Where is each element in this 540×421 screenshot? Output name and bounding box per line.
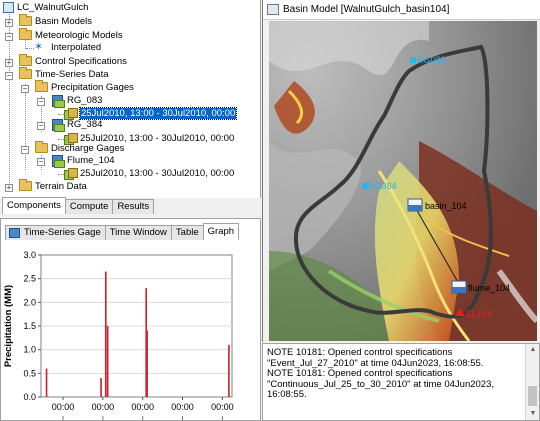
window-title: Basin Model [WalnutGulch_basin104] bbox=[283, 4, 450, 15]
log-line: NOTE 10181: Opened control specification… bbox=[267, 368, 453, 379]
collapse-time-series-data[interactable]: − bbox=[5, 72, 13, 80]
folder-icon bbox=[19, 14, 32, 27]
log-lines: NOTE 10181: Opened control specification… bbox=[263, 344, 539, 401]
flume104-label: flume_104 bbox=[468, 283, 510, 293]
x-tick-label: 00:00 bbox=[92, 402, 115, 412]
y-tick-label: 3.0 bbox=[23, 250, 36, 260]
precipitation-gage-icon bbox=[9, 228, 20, 238]
tree-connector bbox=[26, 48, 34, 49]
log-line: 16:08:55. bbox=[267, 389, 307, 400]
tab-components[interactable]: Components bbox=[2, 197, 66, 214]
gage-editor-tabs: Time-Series Gage Time Window Table Graph bbox=[5, 223, 240, 240]
y-tick-label: 2.0 bbox=[23, 297, 36, 307]
time-series-icon bbox=[64, 168, 78, 180]
subbasin-basin104-icon-water bbox=[408, 205, 422, 211]
tree-root[interactable]: LC_WalnutGulch bbox=[3, 2, 88, 14]
tree-item-terrain-data[interactable]: Terrain Data bbox=[19, 179, 87, 193]
y-tick-label: 1.5 bbox=[23, 321, 36, 331]
basin-model-icon bbox=[267, 4, 279, 15]
y-axis-label: Precipitation (MM) bbox=[3, 285, 14, 367]
folder-icon bbox=[19, 179, 32, 192]
x-axis-ticks: 00:00 00:00 00:00 00:00 00:00 bbox=[52, 397, 234, 420]
precip-bar bbox=[45, 368, 48, 397]
precip-bar bbox=[104, 271, 107, 397]
collapse-precipitation-gages[interactable]: − bbox=[21, 85, 29, 93]
discharge-gage-icon bbox=[51, 155, 65, 168]
x-tick-label: 00:00 bbox=[211, 402, 234, 412]
tree-item-rg-083[interactable]: RG_083 bbox=[51, 95, 102, 108]
precipitation-gage-icon bbox=[51, 95, 65, 108]
precipitation-gage-icon bbox=[51, 119, 65, 132]
component-editor: Time-Series Gage Time Window Table Graph… bbox=[0, 218, 261, 421]
tab-time-window[interactable]: Time Window bbox=[104, 225, 172, 240]
basin-model-window: Basin Model [WalnutGulch_basin104] RG083… bbox=[262, 0, 540, 342]
collapse-discharge-gages[interactable]: − bbox=[21, 146, 29, 154]
tree-item-interpolated[interactable]: Interpolated bbox=[34, 41, 101, 54]
collapse-flume-104[interactable]: − bbox=[37, 158, 45, 166]
y-tick-label: 0.0 bbox=[23, 392, 36, 402]
scroll-up-icon[interactable]: ▲ bbox=[526, 344, 539, 356]
tab-compute[interactable]: Compute bbox=[64, 199, 114, 214]
tab-results[interactable]: Results bbox=[112, 199, 155, 214]
scroll-down-icon[interactable]: ▼ bbox=[526, 408, 539, 420]
collapse-meteorologic-models[interactable]: − bbox=[5, 33, 13, 41]
tab-graph[interactable]: Graph bbox=[202, 223, 240, 240]
rg083-label: RG083 bbox=[417, 55, 446, 65]
collapse-rg-384[interactable]: − bbox=[37, 122, 45, 130]
rg384-label: RG384 bbox=[368, 181, 397, 191]
tree-item-flume-104-time-window[interactable]: 25Jul2010, 13:00 - 30Jul2010, 00:00 bbox=[64, 168, 234, 180]
tree-item-precipitation-gages[interactable]: Precipitation Gages bbox=[35, 80, 134, 94]
expand-basin-models[interactable]: + bbox=[5, 19, 13, 27]
precipitation-chart: 3.02.52.01.51.00.50.0 00:00 00:00 00:00 00:… bbox=[3, 250, 234, 420]
tree-item-time-series-data[interactable]: Time-Series Data bbox=[19, 67, 109, 81]
x-tick-label: 00:00 bbox=[52, 402, 75, 412]
precip-gage-rg083-marker[interactable] bbox=[410, 57, 416, 63]
log-line: NOTE 10181: Opened control specification… bbox=[267, 347, 453, 358]
time-series-icon bbox=[64, 108, 78, 120]
tree-item-flume-104[interactable]: Flume_104 bbox=[51, 155, 115, 168]
project-icon bbox=[3, 2, 14, 13]
tab-time-series-gage[interactable]: Time-Series Gage bbox=[5, 225, 106, 240]
y-tick-label: 2.5 bbox=[23, 274, 36, 284]
scroll-thumb[interactable] bbox=[528, 386, 537, 406]
tree-item-discharge-gages[interactable]: Discharge Gages bbox=[35, 141, 124, 155]
explorer-tabs: Components Compute Results bbox=[2, 197, 155, 214]
y-axis-ticks: 3.0 2.5 2.0 1.5 1.0 0.5 0.0 bbox=[23, 250, 41, 402]
folder-icon bbox=[19, 67, 32, 80]
sink-flume104-icon-water bbox=[452, 287, 466, 293]
tree-item-basin-models[interactable]: Basin Models bbox=[19, 14, 92, 28]
basin-model-title-bar[interactable]: Basin Model [WalnutGulch_basin104] bbox=[263, 0, 540, 20]
meteorologic-model-icon bbox=[34, 41, 48, 53]
expand-terrain-data[interactable]: + bbox=[5, 184, 13, 192]
x-tick-label: 00:00 bbox=[131, 402, 154, 412]
tab-table[interactable]: Table bbox=[170, 225, 204, 240]
basin104-label: basin_104 bbox=[425, 201, 467, 211]
x-tick-label: 00:00 bbox=[171, 402, 194, 412]
y-tick-label: 0.5 bbox=[23, 368, 36, 378]
precip-bar bbox=[106, 326, 109, 397]
fl104-label: FL104 bbox=[466, 309, 492, 319]
log-scrollbar[interactable]: ▲ ▼ bbox=[525, 344, 539, 420]
y-tick-label: 1.0 bbox=[23, 345, 36, 355]
folder-icon bbox=[19, 54, 32, 67]
expand-control-specifications[interactable]: + bbox=[5, 59, 13, 67]
precip-bar bbox=[100, 378, 102, 397]
tree-item-control-specifications[interactable]: Control Specifications bbox=[19, 54, 127, 68]
basin-map-canvas[interactable]: RG083 RG384 basin_104 flume_104 FL104 bbox=[269, 21, 537, 341]
folder-icon bbox=[35, 141, 48, 154]
precip-bar bbox=[146, 330, 148, 397]
message-log[interactable]: NOTE 10181: Opened control specification… bbox=[262, 343, 540, 421]
tree-connector bbox=[25, 84, 26, 170]
tree-item-rg-384[interactable]: RG_384 bbox=[51, 119, 102, 132]
precip-bar bbox=[228, 344, 230, 397]
folder-icon bbox=[35, 80, 48, 93]
terrain-map: RG083 RG384 basin_104 flume_104 FL104 bbox=[269, 21, 537, 341]
folder-icon bbox=[19, 28, 32, 41]
collapse-rg-083[interactable]: − bbox=[37, 98, 45, 106]
watershed-explorer-tree: LC_WalnutGulch + Basin Models − Meteorol… bbox=[0, 0, 261, 198]
